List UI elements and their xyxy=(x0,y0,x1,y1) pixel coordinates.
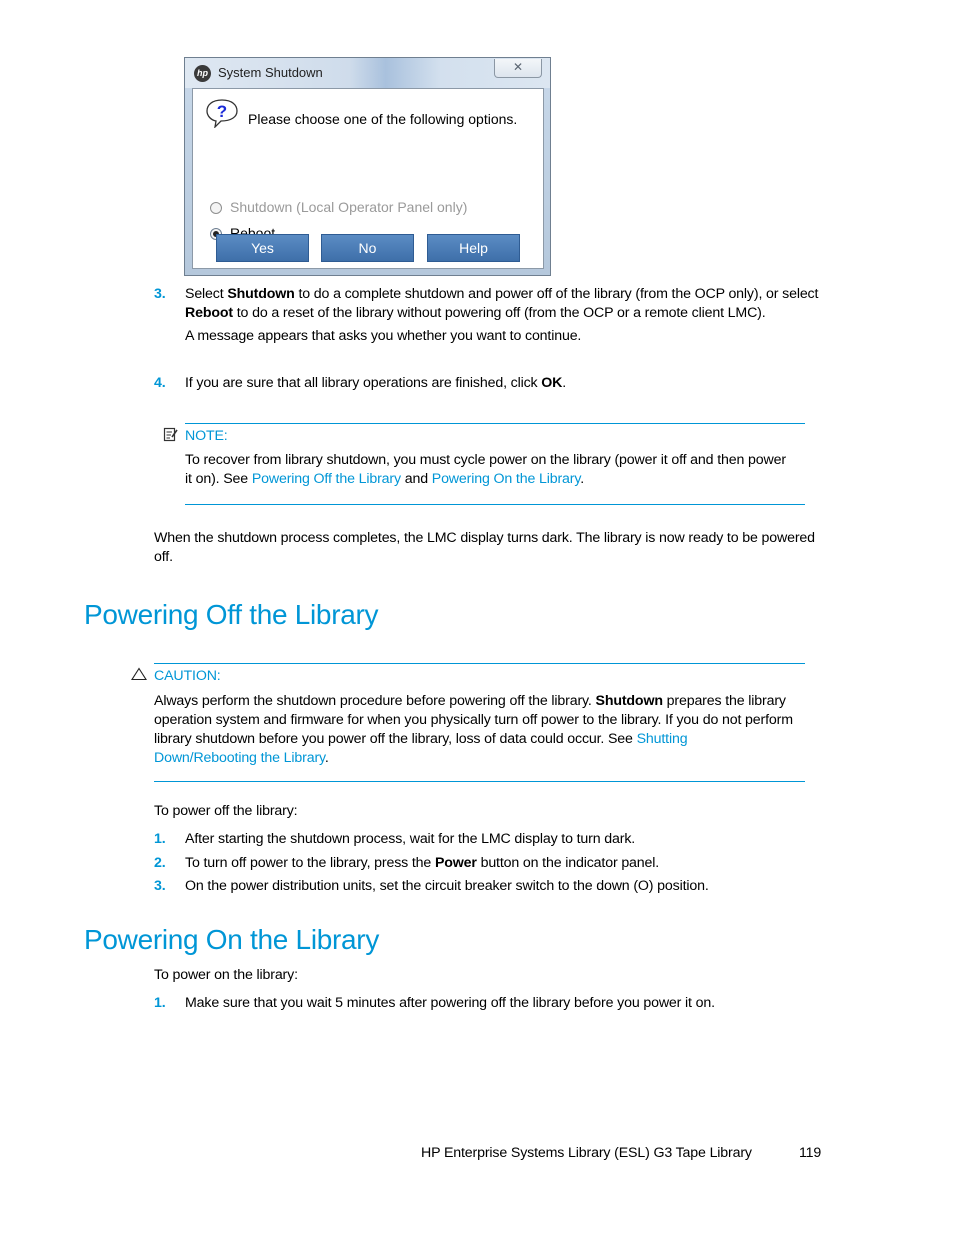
shutdown-radio[interactable] xyxy=(210,202,222,214)
power-off-step-2: 2. To turn off power to the library, pre… xyxy=(154,854,865,873)
power-off-step-3: 3. On the power distribution units, set … xyxy=(154,877,865,896)
caution-bottom-rule xyxy=(154,781,805,782)
step-number: 3. xyxy=(154,878,166,894)
footer-title: HP Enterprise Systems Library (ESL) G3 T… xyxy=(421,1145,752,1161)
system-shutdown-dialog: hp System Shutdown ✕ ? Please choose one… xyxy=(184,57,551,276)
shutdown-radio-label: Shutdown (Local Operator Panel only) xyxy=(230,199,468,215)
note-top-rule xyxy=(185,423,805,424)
note-body: and xyxy=(400,471,432,487)
no-button[interactable]: No xyxy=(321,234,414,262)
help-button[interactable]: Help xyxy=(427,234,520,262)
step-text: To turn off power to the library, press … xyxy=(185,855,435,871)
step-text: On the power distribution units, set the… xyxy=(185,878,709,894)
power-off-intro: To power off the library: xyxy=(154,803,298,819)
hp-logo-icon: hp xyxy=(194,65,211,82)
step-number: 2. xyxy=(154,855,166,871)
step-number: 3. xyxy=(154,286,166,302)
power-on-step-1: 1. Make sure that you wait 5 minutes aft… xyxy=(154,994,865,1013)
step-number: 1. xyxy=(154,831,166,847)
step-text: . xyxy=(562,375,567,391)
yes-button[interactable]: Yes xyxy=(216,234,309,262)
powering-on-heading: Powering On the Library xyxy=(84,924,380,955)
powering-off-heading: Powering Off the Library xyxy=(84,599,379,630)
note-icon xyxy=(163,427,178,442)
caution-body: Always perform the shutdown procedure be… xyxy=(154,693,596,709)
powering-on-link[interactable]: Powering On the Library xyxy=(432,471,581,487)
step-text: Make sure that you wait 5 minutes after … xyxy=(185,995,715,1011)
close-icon: ✕ xyxy=(512,60,524,74)
caution-icon xyxy=(131,667,147,681)
step-text: After starting the shutdown process, wai… xyxy=(185,831,636,847)
dialog-title-bar: hp System Shutdown ✕ xyxy=(185,58,550,88)
note-body: . xyxy=(580,471,585,487)
step-text: Select xyxy=(185,286,228,302)
power-on-intro: To power on the library: xyxy=(154,967,298,983)
step-text: to do a complete shutdown and power off … xyxy=(294,286,819,302)
dialog-message: Please choose one of the following optio… xyxy=(248,111,518,127)
step-3: 3. Select Shutdown to do a complete shut… xyxy=(154,285,865,346)
step-number: 1. xyxy=(154,995,166,1011)
powering-off-link[interactable]: Powering Off the Library xyxy=(252,471,401,487)
power-term: Power xyxy=(434,855,477,871)
step-subtext: A message appears that asks you whether … xyxy=(185,328,582,344)
shutdown-term: Shutdown xyxy=(595,693,664,709)
shutdown-term: Shutdown xyxy=(227,286,295,302)
ok-term: OK xyxy=(541,375,563,391)
step-text: button on the indicator panel. xyxy=(476,855,660,871)
caution-top-rule xyxy=(154,663,805,664)
step-4: 4. If you are sure that all library oper… xyxy=(154,374,865,393)
caution-label: CAUTION: xyxy=(154,668,221,684)
step-number: 4. xyxy=(154,375,166,391)
page-number: 119 xyxy=(799,1145,822,1161)
dialog-title: System Shutdown xyxy=(218,65,323,80)
close-button[interactable]: ✕ xyxy=(494,59,542,78)
reboot-term: Reboot xyxy=(185,305,233,321)
caution-text: Always perform the shutdown procedure be… xyxy=(154,692,794,768)
caution-body: . xyxy=(324,750,329,766)
step-text: to do a reset of the library without pow… xyxy=(232,305,766,321)
note-label: NOTE: xyxy=(185,428,228,444)
shutdown-complete-text: When the shutdown process completes, the… xyxy=(154,530,815,565)
svg-text:?: ? xyxy=(217,102,227,121)
note-bottom-rule xyxy=(185,504,805,505)
question-icon: ? xyxy=(206,99,238,128)
step-text: If you are sure that all library operati… xyxy=(185,375,542,391)
note-text: To recover from library shutdown, you mu… xyxy=(185,451,795,489)
power-off-step-1: 1. After starting the shutdown process, … xyxy=(154,830,865,849)
